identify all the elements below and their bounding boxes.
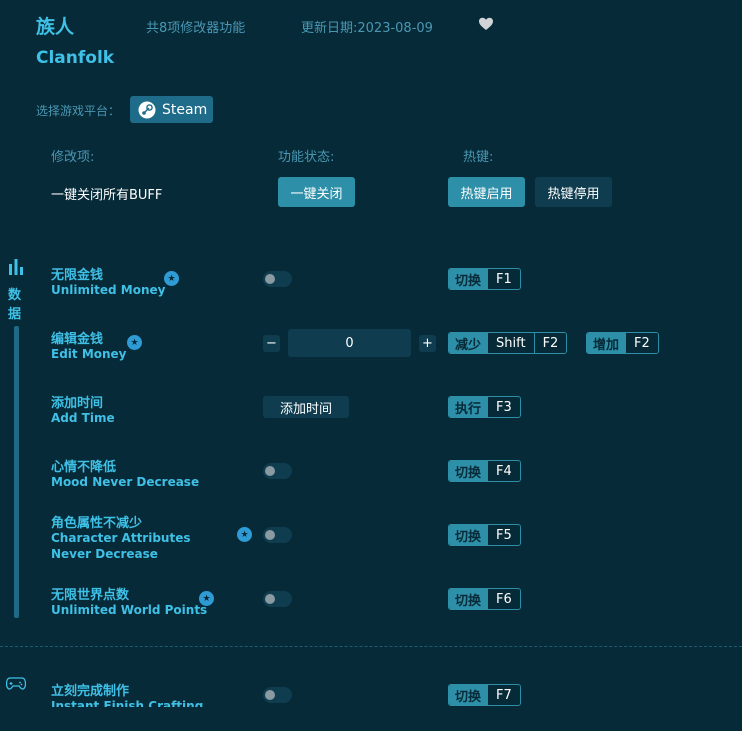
hotkey-action: 增加 <box>587 333 626 353</box>
close-all-buff-label: 一键关闭所有BUFF <box>51 188 163 203</box>
hotkey-action: 执行 <box>449 397 488 417</box>
row-label-cn: 心情不降低 <box>51 460 117 475</box>
hotkey-action: 减少 <box>449 333 488 353</box>
hotkey-key: F2 <box>533 333 567 353</box>
feature-count: 共8项修改器功能 <box>146 21 246 36</box>
row-label-cn: 角色属性不减少 <box>51 516 143 531</box>
platform-label: 选择游戏平台： <box>36 104 121 118</box>
hotkey-character-attributes[interactable]: 切换 F5 <box>448 524 521 546</box>
close-all-button[interactable]: 一键关闭 <box>278 177 355 207</box>
row-label-cn: 无限世界点数 <box>51 588 130 603</box>
hotkey-enable-button[interactable]: 热键启用 <box>448 177 525 207</box>
column-hotkey-header: 热键: <box>463 150 494 165</box>
row-label-cn: 添加时间 <box>51 396 104 411</box>
character-attributes-toggle[interactable] <box>263 527 292 543</box>
row-label-en: Instant Finish Crafting <box>51 699 204 707</box>
hotkey-mood[interactable]: 切换 F4 <box>448 460 521 482</box>
hotkey-key: F7 <box>487 685 520 705</box>
row-label-en: Mood Never Decrease <box>51 475 200 489</box>
hotkey-key: F3 <box>487 397 520 417</box>
steam-icon <box>138 101 156 118</box>
hotkey-key: F1 <box>487 269 520 289</box>
row-label-en-clip: Instant Finish Crafting <box>51 698 203 707</box>
update-date: 更新日期:2023-08-09 <box>301 21 433 36</box>
hotkey-unlimited-money[interactable]: 切换 F1 <box>448 268 521 290</box>
unlimited-world-points-toggle[interactable] <box>263 591 292 607</box>
row-label-en: Add Time <box>51 411 115 425</box>
hotkey-action: 切换 <box>449 685 488 705</box>
star-icon: ★ <box>127 335 142 350</box>
hotkey-increase-money[interactable]: 增加 F2 <box>586 332 659 354</box>
steam-label: Steam <box>162 101 208 118</box>
row-label-en: Unlimited World Points <box>51 603 208 617</box>
hotkey-action: 切换 <box>449 269 488 289</box>
add-time-button[interactable]: 添加时间 <box>263 396 349 418</box>
hotkey-add-time[interactable]: 执行 F3 <box>448 396 521 418</box>
hotkey-action: 切换 <box>449 525 488 545</box>
hotkey-instant-crafting[interactable]: 切换 F7 <box>448 684 521 706</box>
game-title-en: Clanfolk <box>36 48 115 68</box>
hotkey-key: F4 <box>487 461 520 481</box>
heart-icon[interactable] <box>478 16 494 32</box>
hotkey-action: 切换 <box>449 589 488 609</box>
row-label-en: Edit Money <box>51 347 127 361</box>
hotkey-action: 切换 <box>449 461 488 481</box>
sidebar-data-label: 数据 <box>8 288 22 322</box>
bar-chart-icon <box>9 259 23 275</box>
section-divider <box>0 646 742 647</box>
star-icon: ★ <box>164 271 179 286</box>
money-value-input[interactable]: 0 <box>288 329 411 357</box>
game-title-cn: 族人 <box>36 16 75 38</box>
mood-never-decrease-toggle[interactable] <box>263 463 292 479</box>
hotkey-key: F2 <box>625 333 658 353</box>
hotkey-key: F6 <box>487 589 520 609</box>
row-label-en: Unlimited Money <box>51 283 166 297</box>
hotkey-key: F5 <box>487 525 520 545</box>
row-label-cn: 立刻完成制作 <box>51 684 130 699</box>
instant-finish-crafting-toggle[interactable] <box>263 687 292 703</box>
increase-button[interactable]: + <box>419 335 436 352</box>
row-label-cn: 无限金钱 <box>51 268 104 283</box>
column-status-header: 功能状态: <box>278 150 335 165</box>
hotkey-world-points[interactable]: 切换 F6 <box>448 588 521 610</box>
sidebar-scrollbar[interactable] <box>14 326 19 618</box>
row-label-cn: 编辑金钱 <box>51 332 104 347</box>
hotkey-modifier: Shift <box>487 333 534 353</box>
star-icon: ★ <box>199 591 214 606</box>
steam-platform-button[interactable]: Steam <box>130 96 213 123</box>
star-icon: ★ <box>237 527 252 542</box>
hotkey-decrease-money[interactable]: 减少 Shift F2 <box>448 332 568 354</box>
row-label-en: Character Attributes Never Decrease <box>51 531 191 561</box>
decrease-button[interactable]: − <box>263 335 280 352</box>
hotkey-disable-button[interactable]: 热键停用 <box>535 177 612 207</box>
unlimited-money-toggle[interactable] <box>263 271 292 287</box>
gamepad-icon <box>6 677 26 690</box>
column-item-header: 修改项: <box>51 150 95 165</box>
